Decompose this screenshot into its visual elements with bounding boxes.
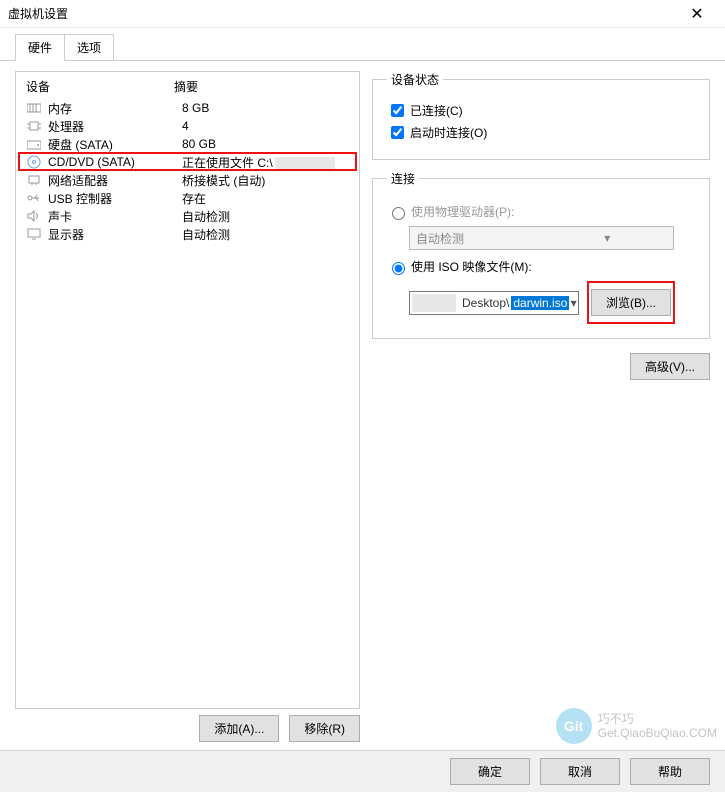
connect-at-power-label: 启动时连接(O) [410, 124, 487, 141]
device-label: USB 控制器 [48, 190, 182, 207]
device-row-disk[interactable]: 硬盘 (SATA) 80 GB [16, 135, 359, 153]
column-header-summary: 摘要 [174, 78, 198, 95]
physical-drive-combo: 自动检测 ▾ [409, 226, 674, 250]
device-label: 声卡 [48, 208, 182, 225]
usb-icon [26, 191, 42, 205]
device-row-memory[interactable]: 内存 8 GB [16, 99, 359, 117]
device-summary: 存在 [182, 190, 349, 207]
iso-path-selection: darwin.iso [511, 296, 569, 310]
chevron-down-icon[interactable]: ▾ [569, 296, 578, 310]
advanced-button[interactable]: 高级(V)... [630, 353, 710, 380]
connect-at-power-checkbox[interactable] [391, 126, 404, 139]
device-label: 内存 [48, 100, 182, 117]
device-row-sound[interactable]: 声卡 自动检测 [16, 207, 359, 225]
tab-options[interactable]: 选项 [64, 34, 114, 61]
iso-path-input[interactable]: Desktop\darwin.iso ▾ [409, 291, 579, 315]
device-summary: 正在使用文件 C:\ [182, 154, 349, 171]
device-summary: 自动检测 [182, 226, 349, 243]
memory-icon [26, 101, 42, 115]
connected-checkbox-row[interactable]: 已连接(C) [387, 101, 695, 120]
tab-hardware[interactable]: 硬件 [15, 34, 65, 61]
cd-icon [26, 155, 42, 169]
physical-drive-value: 自动检测 [410, 230, 542, 247]
device-summary: 80 GB [182, 137, 349, 151]
highlight-browse: 浏览(B)... [587, 281, 675, 324]
connected-label: 已连接(C) [410, 102, 463, 119]
column-header-device: 设备 [26, 78, 174, 95]
connection-legend: 连接 [387, 170, 419, 187]
connect-at-power-row[interactable]: 启动时连接(O) [387, 123, 695, 142]
display-icon [26, 227, 42, 241]
device-status-legend: 设备状态 [387, 71, 443, 88]
device-label: 显示器 [48, 226, 182, 243]
disk-icon [26, 137, 42, 151]
use-iso-row[interactable]: 使用 ISO 映像文件(M): [387, 258, 695, 275]
device-label: CD/DVD (SATA) [48, 155, 182, 169]
cpu-icon [26, 119, 42, 133]
use-iso-radio[interactable] [392, 262, 405, 275]
chevron-down-icon: ▾ [542, 231, 674, 245]
network-icon [26, 173, 42, 187]
device-label: 网络适配器 [48, 172, 182, 189]
device-row-cddvd[interactable]: CD/DVD (SATA) 正在使用文件 C:\ [16, 153, 359, 171]
device-row-display[interactable]: 显示器 自动检测 [16, 225, 359, 243]
device-label: 处理器 [48, 118, 182, 135]
close-icon[interactable]: ✕ [677, 4, 717, 24]
device-summary: 桥接模式 (自动) [182, 172, 349, 189]
window-title: 虚拟机设置 [8, 5, 677, 22]
device-status-group: 设备状态 已连接(C) 启动时连接(O) [372, 71, 710, 160]
remove-button[interactable]: 移除(R) [289, 715, 360, 742]
device-row-network[interactable]: 网络适配器 桥接模式 (自动) [16, 171, 359, 189]
connected-checkbox[interactable] [391, 104, 404, 117]
add-button[interactable]: 添加(A)... [199, 715, 279, 742]
device-row-processor[interactable]: 处理器 4 [16, 117, 359, 135]
use-physical-label: 使用物理驱动器(P): [411, 203, 514, 220]
device-summary: 4 [182, 119, 349, 133]
browse-button[interactable]: 浏览(B)... [591, 289, 671, 316]
use-physical-radio[interactable] [392, 207, 405, 220]
device-label: 硬盘 (SATA) [48, 136, 182, 153]
device-list: 设备 摘要 内存 8 GB 处理器 4 硬盘 (SATA) 80 GB CD/D… [15, 71, 360, 709]
device-summary: 8 GB [182, 101, 349, 115]
device-summary: 自动检测 [182, 208, 349, 225]
connection-group: 连接 使用物理驱动器(P): 自动检测 ▾ 使用 ISO 映像文件(M): De… [372, 170, 710, 339]
sound-icon [26, 209, 42, 223]
cancel-button[interactable]: 取消 [540, 758, 620, 785]
use-physical-row[interactable]: 使用物理驱动器(P): [387, 203, 695, 220]
use-iso-label: 使用 ISO 映像文件(M): [411, 258, 532, 275]
iso-path-redacted [412, 294, 456, 312]
ok-button[interactable]: 确定 [450, 758, 530, 785]
iso-path-prefix: Desktop\ [456, 296, 511, 310]
device-row-usb[interactable]: USB 控制器 存在 [16, 189, 359, 207]
help-button[interactable]: 帮助 [630, 758, 710, 785]
